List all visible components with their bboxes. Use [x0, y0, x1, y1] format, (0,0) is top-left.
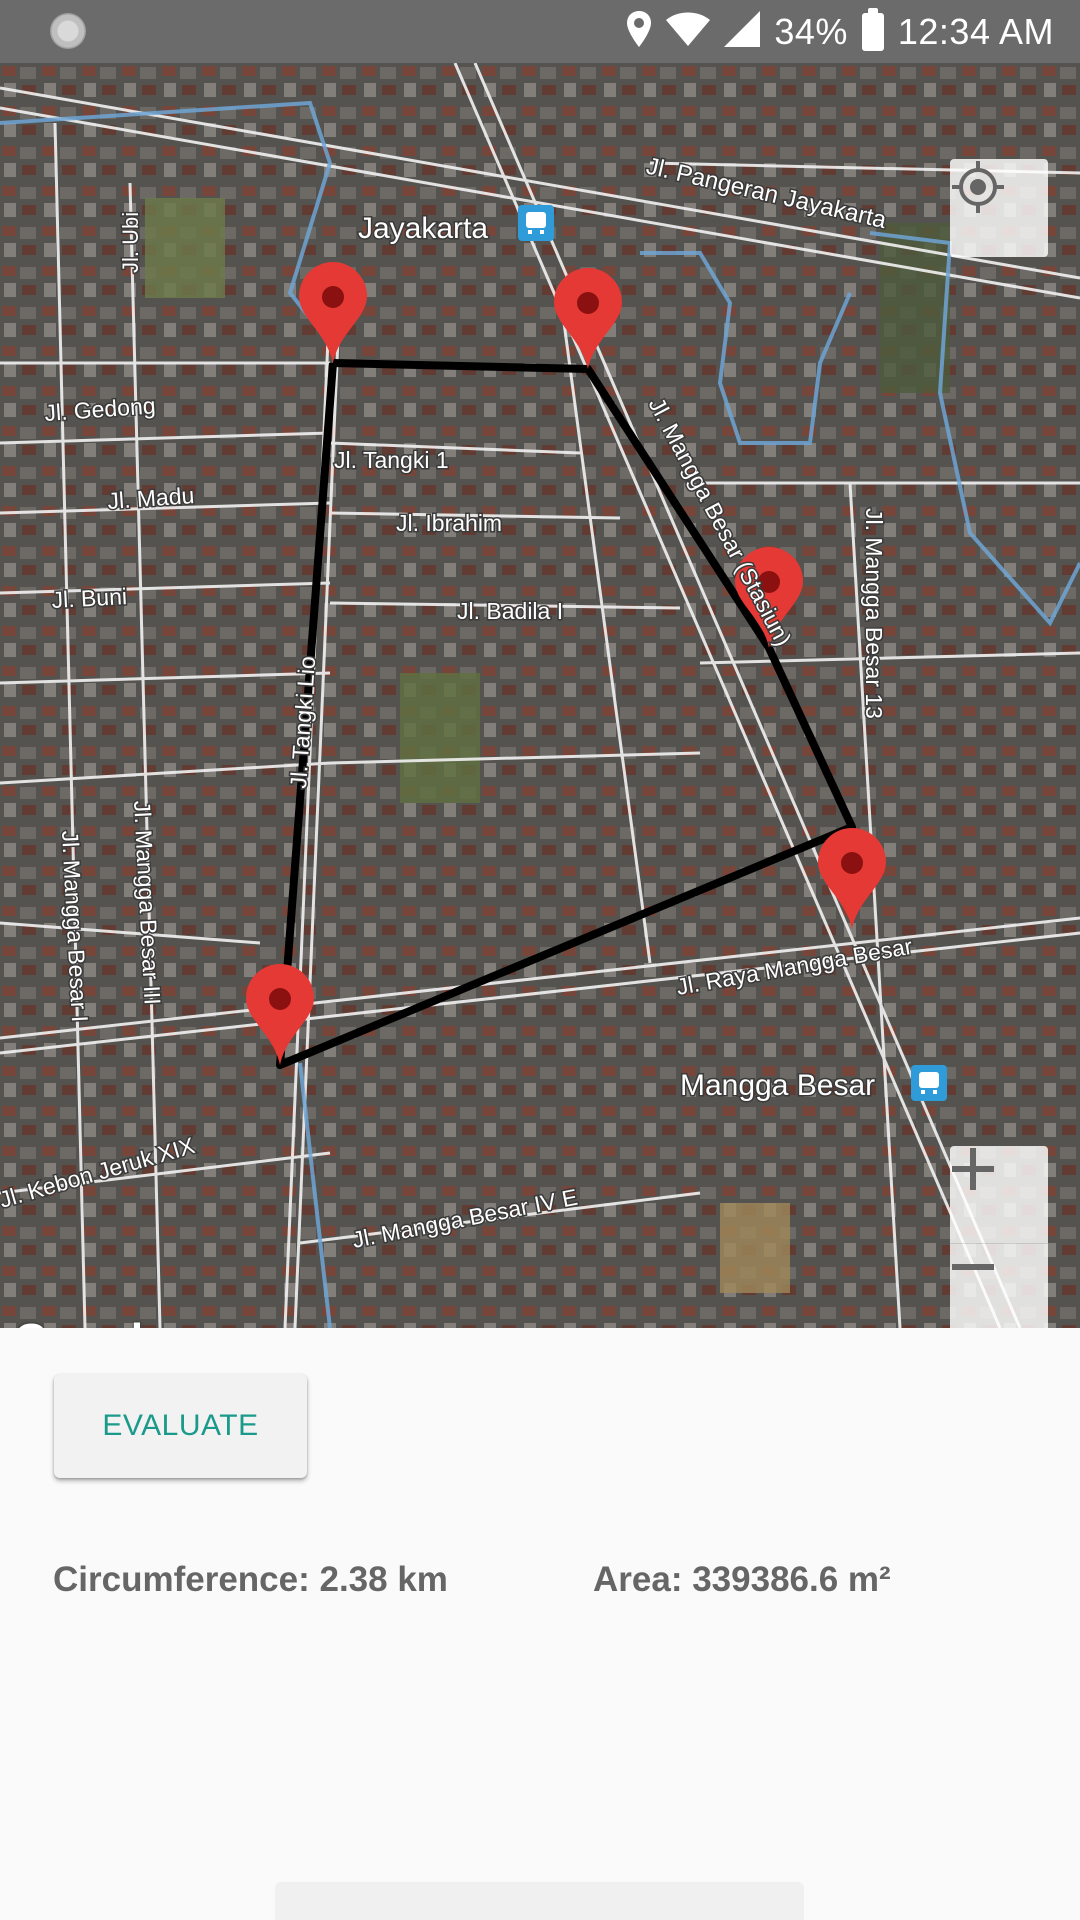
- train-station-icon: [911, 1065, 947, 1101]
- street-label: Jl. Badila I: [457, 598, 563, 624]
- loading-circle-icon: [50, 13, 86, 49]
- minus-icon: [952, 1264, 994, 1270]
- map-canvas[interactable]: Jayakarta Mangga Besar Jl. Pangeran Jaya…: [0, 63, 1080, 1328]
- station-label: Jayakarta: [358, 212, 488, 245]
- status-icons: 34% 12:34 AM: [626, 0, 1054, 63]
- zoom-in-button[interactable]: [950, 1146, 1048, 1244]
- location-pin-icon: [626, 11, 652, 52]
- station-label: Mangga Besar: [680, 1069, 875, 1102]
- satellite-map[interactable]: Jayakarta Mangga Besar Jl. Pangeran Jaya…: [0, 63, 1080, 1328]
- battery-charging-icon: [861, 7, 884, 51]
- circumference-text: Circumference: 2.38 km: [53, 1560, 448, 1599]
- clock: 12:34 AM: [897, 10, 1054, 52]
- cell-signal-icon: [724, 11, 761, 52]
- street-label: Jl. Ibrahim: [396, 510, 502, 536]
- zoom-controls: [950, 1146, 1048, 1328]
- navigation-bar-hint: [275, 1882, 804, 1920]
- street-label: Jl. Ubi: [118, 212, 143, 273]
- zoom-out-button[interactable]: [950, 1244, 1048, 1328]
- wifi-icon: [666, 12, 711, 51]
- plus-icon: [952, 1148, 994, 1190]
- street-label: Jl. Tangki 1: [334, 447, 449, 473]
- crosshair-icon: [952, 161, 1004, 213]
- my-location-button[interactable]: [950, 159, 1048, 257]
- street-label: Jl. Mangga Besar 13: [861, 508, 887, 719]
- google-logo: Google: [14, 1315, 169, 1328]
- area-text: Area: 339386.6 m²: [593, 1560, 891, 1599]
- status-bar: 34% 12:34 AM: [0, 0, 1080, 63]
- street-label: Jl. Buni: [51, 583, 128, 613]
- train-station-icon: [518, 205, 554, 241]
- battery-percent: 34%: [774, 10, 848, 52]
- evaluate-button[interactable]: EVALUATE: [54, 1374, 307, 1478]
